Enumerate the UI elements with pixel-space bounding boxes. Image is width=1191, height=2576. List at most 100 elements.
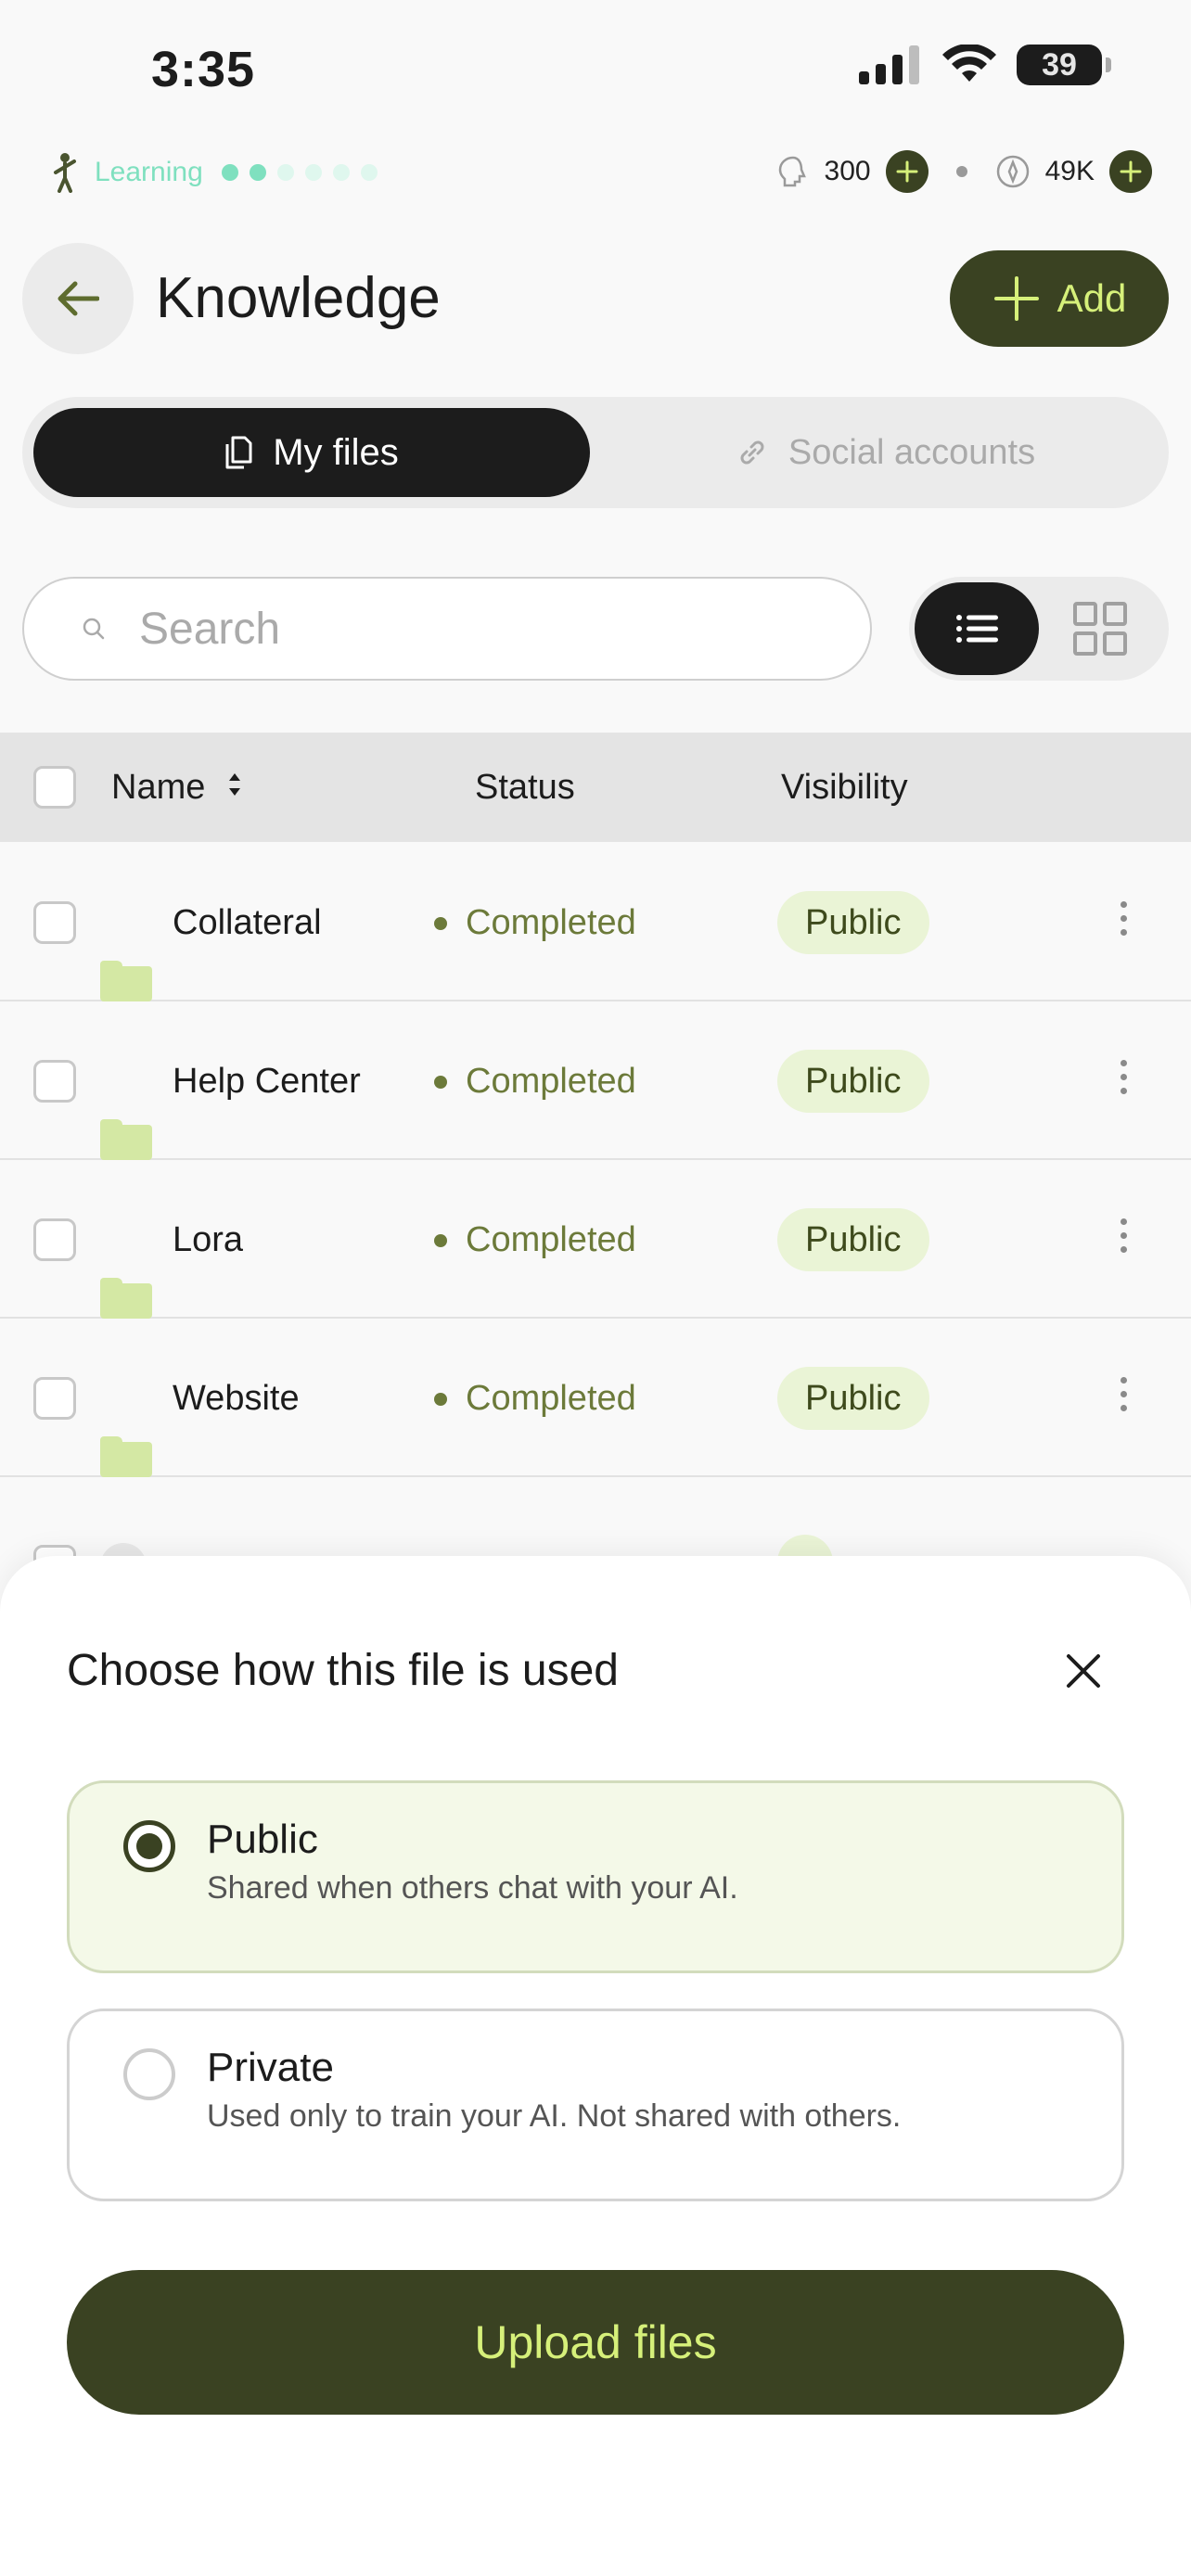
more-options-icon[interactable] bbox=[1121, 1218, 1127, 1253]
tab-social-accounts-label: Social accounts bbox=[788, 432, 1036, 472]
progress-dot bbox=[332, 164, 350, 181]
column-visibility: Visibility bbox=[781, 768, 908, 807]
row-checkbox[interactable] bbox=[33, 1218, 76, 1261]
column-name[interactable]: Name bbox=[111, 768, 205, 808]
search-bar[interactable] bbox=[22, 577, 872, 681]
status-dot bbox=[434, 916, 447, 930]
figure-icon bbox=[54, 153, 76, 193]
progress-dot bbox=[304, 164, 322, 181]
row-status: Completed bbox=[434, 1220, 636, 1260]
option-private-description: Used only to train your AI. Not shared w… bbox=[207, 2098, 902, 2134]
credits-primary: 300 bbox=[824, 156, 871, 186]
folder-icon bbox=[100, 1278, 152, 1319]
radio-private[interactable] bbox=[123, 2048, 175, 2100]
arrow-left-icon bbox=[58, 281, 99, 316]
table-row[interactable]: Lora Completed Public bbox=[0, 1161, 1191, 1319]
row-checkbox[interactable] bbox=[33, 901, 76, 944]
progress-dots bbox=[221, 164, 378, 181]
table-row[interactable]: Help Center Completed Public bbox=[0, 1002, 1191, 1160]
status-label: Completed bbox=[466, 1220, 636, 1259]
plus-icon bbox=[993, 276, 1039, 321]
table-row[interactable]: Website Completed Public bbox=[0, 1320, 1191, 1477]
add-button[interactable]: Add bbox=[950, 250, 1169, 347]
status-label: Completed bbox=[466, 1379, 636, 1418]
row-name: Lora bbox=[173, 1220, 244, 1259]
back-button[interactable] bbox=[22, 243, 134, 354]
more-options-icon[interactable] bbox=[1121, 1060, 1127, 1094]
source-tabs: My files Social accounts bbox=[22, 397, 1169, 508]
progress-dot bbox=[276, 164, 294, 181]
tab-social-accounts[interactable]: Social accounts bbox=[612, 408, 1159, 497]
sort-icon[interactable] bbox=[226, 770, 243, 799]
tab-my-files[interactable]: My files bbox=[33, 408, 590, 497]
radio-public[interactable] bbox=[123, 1820, 175, 1872]
option-private[interactable]: Private Used only to train your AI. Not … bbox=[67, 2009, 1124, 2201]
row-status: Completed bbox=[434, 1379, 636, 1419]
status-icons: 39 bbox=[859, 45, 1111, 85]
row-status: Completed bbox=[434, 903, 636, 943]
learning-progress[interactable]: Learning bbox=[50, 152, 378, 193]
status-time: 3:35 bbox=[151, 42, 256, 97]
status-label: Completed bbox=[466, 1062, 636, 1101]
folder-icon bbox=[100, 961, 152, 1001]
folder-icon bbox=[100, 1436, 152, 1477]
option-public[interactable]: Public Shared when others chat with your… bbox=[67, 1780, 1124, 1973]
files-icon bbox=[225, 436, 252, 469]
search-input[interactable] bbox=[139, 603, 788, 655]
credits-secondary: 49K bbox=[1044, 156, 1095, 186]
grid-view-button[interactable] bbox=[1072, 601, 1128, 657]
brain-icon bbox=[778, 156, 806, 187]
add-tokens-button[interactable] bbox=[1109, 150, 1152, 193]
visibility-badge[interactable]: Public bbox=[777, 1208, 929, 1271]
status-dot bbox=[434, 1392, 447, 1406]
more-options-icon[interactable] bbox=[1121, 901, 1127, 936]
learning-label: Learning bbox=[95, 157, 203, 187]
visibility-badge[interactable]: Public bbox=[777, 1050, 929, 1113]
row-status: Completed bbox=[434, 1062, 636, 1102]
status-label: Completed bbox=[466, 903, 636, 942]
row-name: Collateral bbox=[173, 903, 322, 942]
page-title: Knowledge bbox=[156, 266, 441, 330]
sheet-title: Choose how this file is used bbox=[67, 1646, 619, 1695]
row-checkbox[interactable] bbox=[33, 1060, 76, 1103]
battery-icon: 39 bbox=[1017, 45, 1111, 85]
progress-dot bbox=[360, 164, 378, 181]
table-header: Name Status Visibility bbox=[0, 733, 1191, 842]
close-icon bbox=[1067, 1654, 1100, 1688]
close-button[interactable] bbox=[1054, 1641, 1113, 1701]
column-status: Status bbox=[475, 768, 575, 807]
plus-icon bbox=[896, 160, 918, 183]
row-checkbox[interactable] bbox=[33, 1377, 76, 1420]
tab-my-files-label: My files bbox=[273, 431, 399, 473]
battery-level: 39 bbox=[1042, 46, 1077, 83]
wifi-icon bbox=[942, 45, 996, 82]
row-name: Help Center bbox=[173, 1062, 361, 1101]
visibility-sheet: Choose how this file is used Public Shar… bbox=[0, 1556, 1191, 2576]
credits-bar: 300 49K bbox=[776, 150, 1152, 193]
plus-icon bbox=[1120, 160, 1142, 183]
list-view-button[interactable] bbox=[915, 582, 1039, 675]
more-options-icon[interactable] bbox=[1121, 1377, 1127, 1411]
link-icon bbox=[740, 440, 764, 465]
option-public-description: Shared when others chat with your AI. bbox=[207, 1870, 738, 1906]
option-private-title: Private bbox=[207, 2045, 334, 2090]
visibility-badge[interactable]: Public bbox=[777, 891, 929, 954]
status-dot bbox=[434, 1075, 447, 1089]
list-icon bbox=[956, 615, 998, 643]
signal-icon bbox=[859, 45, 919, 84]
add-credits-button[interactable] bbox=[885, 150, 928, 193]
upload-files-label: Upload files bbox=[474, 2316, 717, 2368]
option-public-title: Public bbox=[207, 1817, 318, 1862]
visibility-badge[interactable]: Public bbox=[777, 1367, 929, 1430]
progress-dot bbox=[221, 164, 238, 181]
compass-icon bbox=[996, 155, 1029, 188]
add-button-label: Add bbox=[1057, 276, 1127, 320]
view-toggle bbox=[909, 577, 1169, 681]
separator-dot bbox=[955, 166, 967, 177]
select-all-checkbox[interactable] bbox=[33, 766, 76, 809]
table-row[interactable]: Collateral Completed Public bbox=[0, 844, 1191, 1001]
upload-files-button[interactable]: Upload files bbox=[67, 2270, 1124, 2415]
progress-dot bbox=[249, 164, 266, 181]
folder-icon bbox=[100, 1119, 152, 1160]
status-dot bbox=[434, 1233, 447, 1247]
